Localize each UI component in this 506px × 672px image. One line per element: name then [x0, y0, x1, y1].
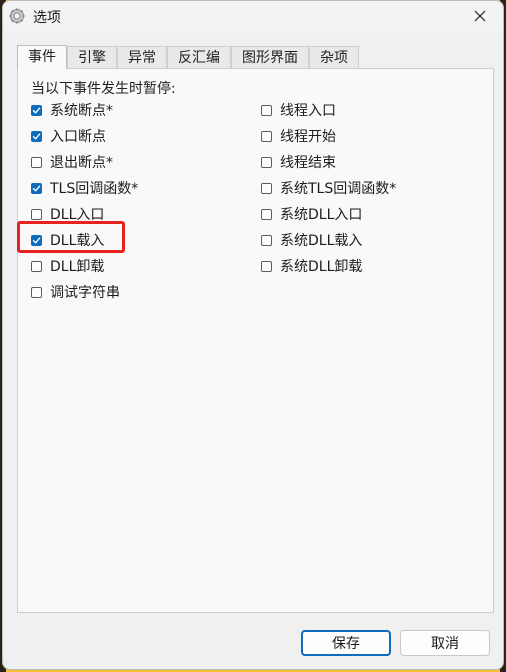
option-label: 系统DLL载入	[280, 233, 363, 249]
close-icon	[474, 7, 486, 26]
close-button[interactable]	[457, 1, 503, 31]
option-dll-entry[interactable]: DLL入口	[31, 204, 104, 224]
option-label: 退出断点*	[50, 155, 113, 171]
tab-disassembly[interactable]: 反汇编	[167, 46, 231, 69]
option-dll-load[interactable]: DLL载入	[31, 230, 104, 250]
tab-gui[interactable]: 图形界面	[231, 46, 309, 69]
checkbox[interactable]	[31, 104, 42, 116]
option-system-breakpoint[interactable]: 系统断点*	[31, 100, 113, 120]
checkbox[interactable]	[261, 182, 272, 194]
option-label: DLL卸载	[50, 259, 105, 275]
checkbox[interactable]	[31, 208, 42, 220]
option-label: 系统TLS回调函数*	[280, 181, 397, 197]
checkmark-icon	[32, 185, 41, 192]
checkbox[interactable]	[261, 130, 272, 142]
checkbox[interactable]	[261, 234, 272, 246]
cancel-button[interactable]: 取消	[400, 630, 490, 656]
option-label: 系统DLL入口	[280, 207, 363, 223]
tab-exceptions[interactable]: 异常	[117, 46, 167, 69]
option-label: 线程开始	[280, 129, 336, 145]
checkbox[interactable]	[261, 260, 272, 272]
option-debug-strings[interactable]: 调试字符串	[31, 282, 120, 302]
tab-bar: 事件 引擎 异常 反汇编 图形界面 杂项	[17, 45, 359, 69]
option-label: 调试字符串	[50, 285, 120, 301]
checkbox[interactable]	[31, 182, 42, 194]
option-label: 系统断点*	[50, 103, 113, 119]
tab-misc[interactable]: 杂项	[309, 46, 359, 69]
options-dialog: 选项 事件 引擎 异常 反汇编 图形界面 杂项 当以下事件发生时暂停: 系统断点…	[2, 0, 504, 670]
option-dll-unload[interactable]: DLL卸载	[31, 256, 104, 276]
save-button[interactable]: 保存	[301, 630, 391, 656]
title-bar: 选项	[3, 1, 503, 31]
events-panel: 当以下事件发生时暂停: 系统断点* 入口断点 退出断点* TLS回调函数* DL…	[17, 68, 494, 613]
tab-events[interactable]: 事件	[17, 45, 67, 69]
option-label: 线程入口	[280, 103, 336, 119]
option-system-dll-entry[interactable]: 系统DLL入口	[261, 204, 362, 224]
checkbox[interactable]	[31, 130, 42, 142]
option-exit-breakpoint[interactable]: 退出断点*	[31, 152, 113, 172]
option-system-dll-load[interactable]: 系统DLL载入	[261, 230, 362, 250]
checkbox[interactable]	[31, 234, 42, 246]
checkbox[interactable]	[31, 156, 42, 168]
gear-icon	[9, 8, 25, 24]
option-thread-end[interactable]: 线程结束	[261, 152, 336, 172]
window-title: 选项	[33, 10, 61, 26]
option-label: DLL入口	[50, 207, 105, 223]
checkmark-icon	[32, 107, 41, 114]
checkbox[interactable]	[261, 208, 272, 220]
option-label: 入口断点	[50, 129, 106, 145]
checkbox[interactable]	[31, 286, 42, 298]
option-label: 系统DLL卸载	[280, 259, 363, 275]
option-tls-callbacks[interactable]: TLS回调函数*	[31, 178, 138, 198]
tab-engine[interactable]: 引擎	[67, 46, 117, 69]
option-thread-entry[interactable]: 线程入口	[261, 100, 336, 120]
checkmark-icon	[32, 133, 41, 140]
option-system-dll-unload[interactable]: 系统DLL卸载	[261, 256, 362, 276]
checkmark-icon	[32, 237, 41, 244]
option-label: TLS回调函数*	[50, 181, 139, 197]
events-heading: 当以下事件发生时暂停:	[31, 81, 176, 97]
checkbox[interactable]	[261, 104, 272, 116]
option-system-tls-callbacks[interactable]: 系统TLS回调函数*	[261, 178, 396, 198]
checkbox[interactable]	[261, 156, 272, 168]
option-thread-start[interactable]: 线程开始	[261, 126, 336, 146]
option-label: 线程结束	[280, 155, 336, 171]
option-label: DLL载入	[50, 233, 105, 249]
checkbox[interactable]	[31, 260, 42, 272]
option-entry-breakpoint[interactable]: 入口断点	[31, 126, 106, 146]
